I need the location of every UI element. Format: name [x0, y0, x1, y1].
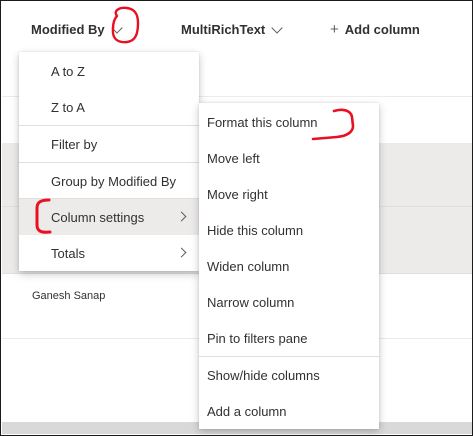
- menu-item-label: Totals: [51, 245, 85, 261]
- menu-item-hide-this-column[interactable]: Hide this column: [199, 212, 379, 248]
- column-header-label: Modified By: [31, 22, 105, 37]
- list-header: Modified By MultiRichText + Add column: [2, 1, 472, 59]
- menu-item-group-by[interactable]: Group by Modified By: [19, 163, 199, 199]
- menu-item-column-settings[interactable]: Column settings: [19, 199, 199, 235]
- column-header-label: MultiRichText: [181, 22, 266, 37]
- menu-item-show-hide-columns[interactable]: Show/hide columns: [199, 357, 379, 393]
- menu-item-label: Widen column: [207, 258, 290, 274]
- menu-item-label: Show/hide columns: [207, 367, 320, 383]
- chevron-right-icon: [176, 247, 187, 258]
- column-header-multirichtext[interactable]: MultiRichText: [181, 21, 283, 37]
- menu-item-label: Hide this column: [207, 222, 304, 238]
- modified-by-cell: Ganesh Sanap: [32, 290, 106, 302]
- chevron-down-icon[interactable]: [271, 21, 283, 34]
- chevron-down-icon[interactable]: [111, 21, 123, 34]
- menu-item-move-right[interactable]: Move right: [199, 176, 379, 212]
- menu-item-label: Column settings: [51, 209, 145, 225]
- menu-item-pin-to-filters-pane[interactable]: Pin to filters pane: [199, 320, 379, 356]
- menu-item-format-this-column[interactable]: Format this column: [199, 104, 379, 140]
- column-header-modified-by[interactable]: Modified By: [31, 21, 123, 37]
- column-settings-submenu: Format this column Move left Move right …: [199, 103, 379, 429]
- add-column-button[interactable]: + Add column: [330, 22, 420, 37]
- add-column-label: Add column: [344, 22, 420, 37]
- menu-item-totals[interactable]: Totals: [19, 235, 199, 271]
- plus-icon: +: [330, 21, 339, 38]
- menu-item-label: Filter by: [51, 136, 98, 152]
- menu-item-widen-column[interactable]: Widen column: [199, 248, 379, 284]
- menu-item-label: Pin to filters pane: [207, 330, 308, 346]
- menu-item-sort-a-to-z[interactable]: A to Z: [19, 53, 199, 89]
- menu-item-filter-by[interactable]: Filter by: [19, 126, 199, 162]
- menu-item-label: Move right: [207, 186, 268, 202]
- menu-item-label: Narrow column: [207, 294, 295, 310]
- screenshot-frame: Ganesh Sanap Modified By MultiRichText +…: [0, 0, 473, 436]
- menu-item-label: Group by Modified By: [51, 173, 177, 189]
- menu-item-label: Format this column: [207, 114, 318, 130]
- menu-item-label: Z to A: [51, 99, 85, 115]
- menu-item-narrow-column[interactable]: Narrow column: [199, 284, 379, 320]
- chevron-right-icon: [176, 211, 187, 222]
- menu-item-label: Add a column: [207, 403, 287, 419]
- column-dropdown-menu: A to Z Z to A Filter by Group by Modifie…: [19, 52, 199, 271]
- menu-item-label: Move left: [207, 150, 260, 166]
- menu-item-move-left[interactable]: Move left: [199, 140, 379, 176]
- menu-item-label: A to Z: [51, 63, 85, 79]
- menu-item-sort-z-to-a[interactable]: Z to A: [19, 89, 199, 125]
- menu-item-add-a-column[interactable]: Add a column: [199, 393, 379, 429]
